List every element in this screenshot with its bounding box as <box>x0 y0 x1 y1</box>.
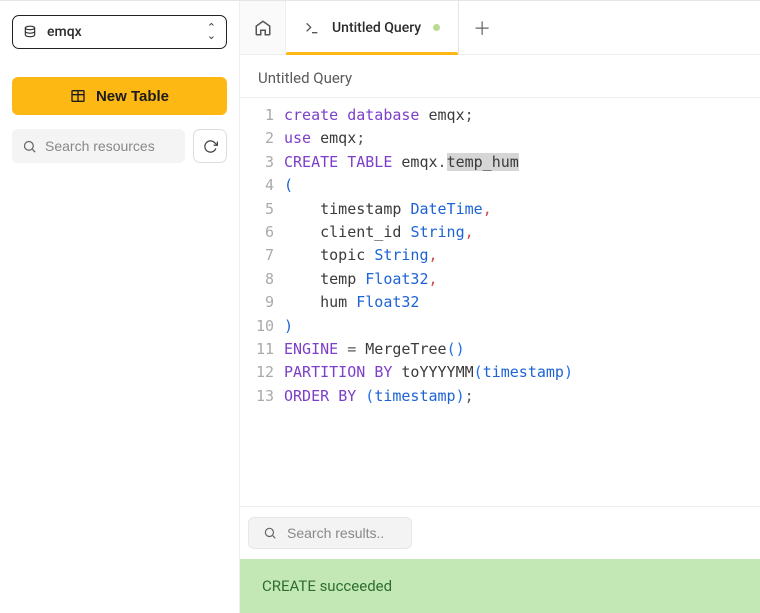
database-icon <box>23 25 37 39</box>
result-search-region <box>240 506 760 559</box>
code-editor[interactable]: 12345678910111213create database emqx;us… <box>240 98 760 506</box>
new-table-label: New Table <box>96 88 169 105</box>
plus-icon: ＋ <box>473 15 491 41</box>
code-line[interactable]: hum Float32 <box>284 291 760 314</box>
search-icon <box>263 526 277 540</box>
new-table-button[interactable]: New Table <box>12 77 227 115</box>
database-selector[interactable]: emqx ⌃⌄ <box>12 15 227 49</box>
search-resources-input[interactable] <box>45 138 175 154</box>
search-results-wrap[interactable] <box>248 517 412 549</box>
table-plus-icon <box>70 88 86 104</box>
database-name: emqx <box>47 24 82 40</box>
status-bar: CREATE succeeded <box>240 559 760 613</box>
tab-title: Untitled Query <box>332 20 421 36</box>
home-icon <box>254 19 272 37</box>
code-line[interactable]: timestamp DateTime, <box>284 198 760 221</box>
tab-untitled-query[interactable]: Untitled Query <box>286 1 459 54</box>
code-line[interactable]: ENGINE = MergeTree() <box>284 338 760 361</box>
code-line[interactable]: CREATE TABLE emqx.temp_hum <box>284 151 760 174</box>
refresh-button[interactable] <box>193 129 227 163</box>
breadcrumb: Untitled Query <box>240 55 760 98</box>
code-line[interactable]: create database emqx; <box>284 104 760 127</box>
home-tab[interactable] <box>240 1 286 54</box>
code-line[interactable]: ORDER BY (timestamp); <box>284 385 760 408</box>
code-line[interactable]: ( <box>284 174 760 197</box>
dirty-indicator-dot <box>433 24 440 31</box>
refresh-icon <box>203 139 218 154</box>
chevrons-up-down-icon: ⌃⌄ <box>207 24 216 40</box>
code-line[interactable]: use emqx; <box>284 127 760 150</box>
code-line[interactable]: PARTITION BY toYYYYMM(timestamp) <box>284 361 760 384</box>
search-results-input[interactable] <box>287 525 397 541</box>
code-line[interactable]: temp Float32, <box>284 268 760 291</box>
code-line[interactable]: client_id String, <box>284 221 760 244</box>
search-resources-wrap[interactable] <box>12 129 185 163</box>
new-tab-button[interactable]: ＋ <box>459 1 505 54</box>
query-icon <box>304 20 320 36</box>
search-icon <box>22 139 37 154</box>
code-line[interactable]: ) <box>284 315 760 338</box>
code-line[interactable]: topic String, <box>284 244 760 267</box>
